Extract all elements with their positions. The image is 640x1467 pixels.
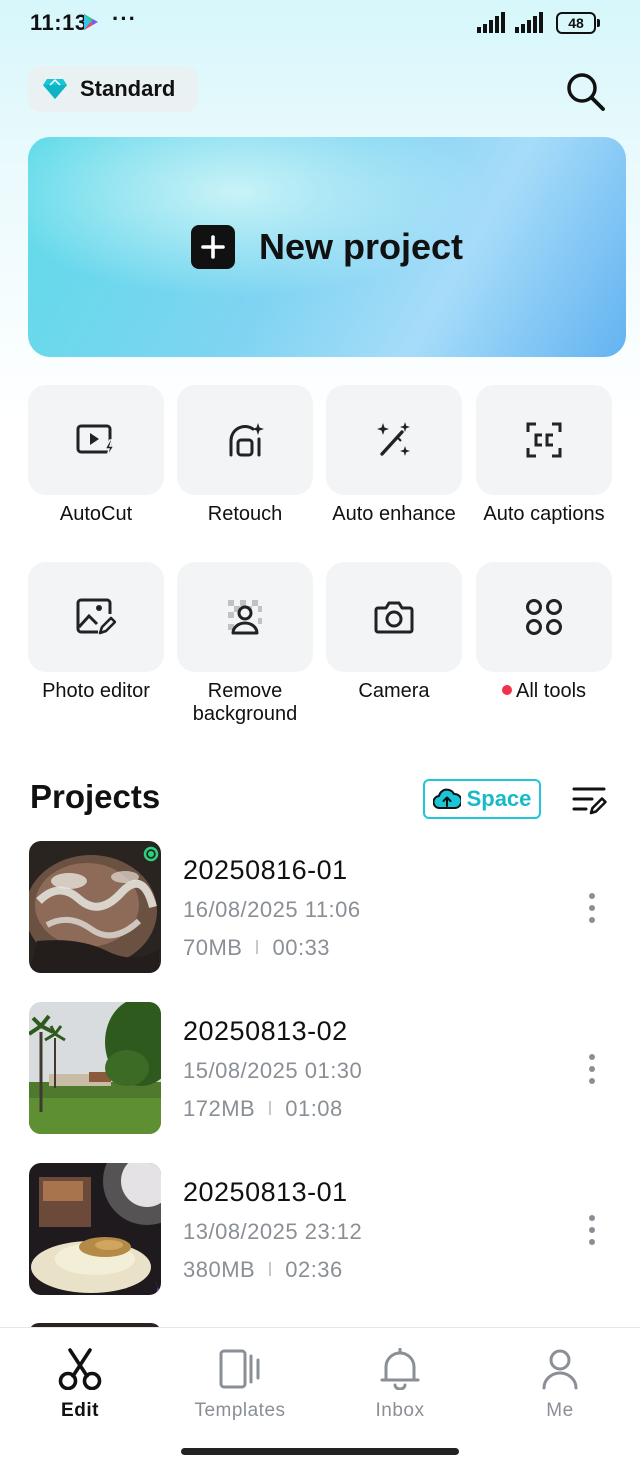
project-duration: 02:36 [285, 1257, 343, 1282]
project-date: 16/08/2025 11:06 [183, 897, 361, 922]
more-options-icon[interactable] [583, 891, 601, 925]
project-date: 15/08/2025 01:30 [183, 1058, 363, 1083]
space-button[interactable]: Space [423, 779, 541, 819]
separator [269, 1101, 272, 1115]
new-project-label: New project [258, 226, 464, 267]
project-row[interactable]: 20250813-01 13/08/2025 23:12 380MB 02:36 [0, 1163, 640, 1297]
tool-label: All tools [476, 680, 612, 703]
nav-label: Templates [194, 1400, 286, 1421]
remove-background-icon [228, 600, 262, 635]
plan-badge[interactable]: Standard [28, 66, 198, 112]
tool-remove-background[interactable]: Remove background [177, 562, 313, 726]
tool-tile[interactable] [28, 385, 164, 495]
project-thumbnail[interactable] [29, 1163, 161, 1295]
tool-tile[interactable] [28, 562, 164, 672]
captions-icon [526, 422, 562, 458]
more-notifications-icon: ··· [112, 6, 137, 31]
battery-level: 48 [568, 15, 584, 31]
tool-autocut[interactable]: AutoCut [28, 385, 164, 526]
diamond-icon [43, 79, 67, 99]
autocut-icon [76, 424, 116, 458]
tool-tile[interactable] [326, 562, 462, 672]
nav-label: Me [546, 1400, 574, 1421]
project-meta: 70MB 00:33 [183, 935, 330, 961]
camera-icon [374, 601, 414, 634]
tool-label: AutoCut [59, 503, 133, 525]
plus-icon [190, 225, 235, 269]
tool-label: Remove background [192, 680, 298, 725]
project-row[interactable]: 20250816-01 16/08/2025 11:06 70MB 00:33 [0, 841, 640, 975]
signal-icon [515, 12, 543, 33]
space-label: Space [466, 786, 532, 811]
bottom-nav: Edit Templates Inbox Me [0, 1327, 640, 1467]
battery-icon: 48 [556, 12, 600, 34]
tool-camera[interactable]: Camera [326, 562, 462, 703]
magic-wand-icon [377, 422, 410, 456]
plan-label: Standard [80, 76, 176, 101]
bell-icon [380, 1348, 420, 1390]
search-icon[interactable] [564, 70, 606, 112]
project-row[interactable]: 20250813-02 15/08/2025 01:30 172MB 01:08 [0, 1002, 640, 1136]
status-bar: 11:13 ··· 48 [0, 0, 640, 46]
tool-tile[interactable] [177, 562, 313, 672]
nav-edit[interactable]: Edit [0, 1348, 160, 1422]
tool-label: Auto captions [483, 503, 605, 525]
cloud-icon [432, 788, 461, 809]
tool-label: Camera [358, 680, 430, 702]
project-thumbnail[interactable] [29, 1002, 161, 1134]
tool-tile[interactable] [177, 385, 313, 495]
tool-auto-captions[interactable]: Auto captions [476, 385, 612, 526]
project-name: 20250816-01 [183, 855, 348, 885]
project-duration: 00:33 [272, 935, 331, 960]
project-name: 20250813-02 [183, 1016, 348, 1046]
tool-label: Photo editor [42, 680, 150, 702]
photo-editor-icon [76, 598, 116, 635]
nav-inbox[interactable]: Inbox [320, 1348, 480, 1422]
project-date: 13/08/2025 23:12 [183, 1219, 363, 1244]
tool-tile[interactable] [476, 562, 612, 672]
nav-label: Inbox [375, 1400, 425, 1421]
more-options-icon[interactable] [583, 1052, 601, 1086]
retouch-icon [229, 423, 264, 457]
nav-label: Edit [61, 1400, 99, 1421]
new-project-button[interactable]: New project [28, 137, 626, 357]
home-indicator[interactable] [181, 1448, 459, 1455]
project-name: 20250813-01 [183, 1177, 348, 1207]
play-store-icon [84, 14, 98, 30]
project-meta: 172MB 01:08 [183, 1096, 343, 1122]
tool-label: Retouch [207, 503, 283, 525]
signal-icon [477, 12, 505, 33]
tool-tile[interactable] [476, 385, 612, 495]
scissors-icon [58, 1348, 102, 1390]
tool-tile[interactable] [326, 385, 462, 495]
separator [256, 940, 259, 954]
more-options-icon[interactable] [583, 1213, 601, 1247]
tool-label: Auto enhance [332, 503, 456, 525]
person-icon [542, 1349, 578, 1390]
tool-photo-editor[interactable]: Photo editor [28, 562, 164, 703]
templates-icon [219, 1349, 260, 1389]
tool-all-tools[interactable]: All tools [476, 562, 612, 703]
tool-auto-enhance[interactable]: Auto enhance [326, 385, 462, 526]
notification-dot [501, 685, 512, 695]
nav-me[interactable]: Me [480, 1348, 640, 1422]
project-meta: 380MB 02:36 [183, 1257, 343, 1283]
project-thumbnail[interactable] [29, 841, 161, 973]
grid-icon [526, 599, 562, 635]
tool-retouch[interactable]: Retouch [177, 385, 313, 526]
project-size: 172MB [183, 1096, 256, 1121]
nav-templates[interactable]: Templates [160, 1348, 320, 1422]
status-time: 11:13 [30, 10, 88, 35]
sort-edit-icon[interactable] [572, 785, 608, 815]
separator [269, 1262, 272, 1276]
projects-title: Projects [30, 778, 161, 815]
project-size: 70MB [183, 935, 243, 960]
tool-label-text: All tools [515, 680, 587, 702]
project-size: 380MB [183, 1257, 256, 1282]
project-duration: 01:08 [285, 1096, 343, 1121]
